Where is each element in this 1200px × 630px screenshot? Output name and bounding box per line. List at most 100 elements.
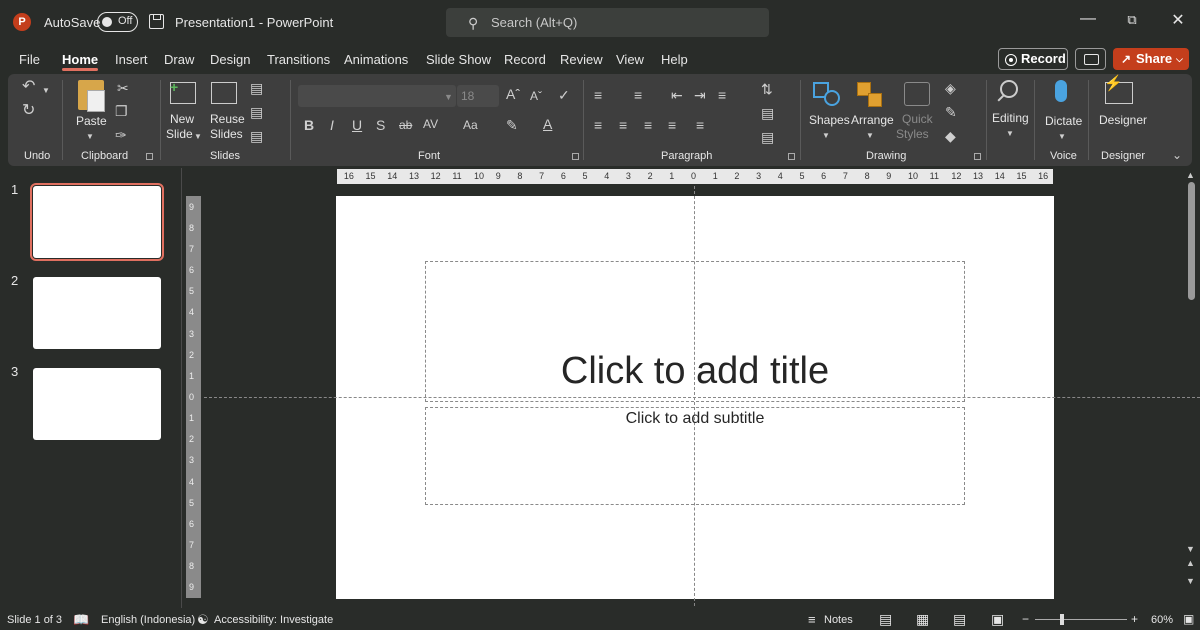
bold-icon[interactable]: B: [304, 118, 314, 132]
zoom-slider[interactable]: [1035, 619, 1127, 620]
tab-design[interactable]: Design: [210, 52, 250, 67]
chevron-down-icon[interactable]: ▼: [194, 130, 202, 144]
decrease-indent-icon[interactable]: ⇤: [671, 88, 683, 102]
font-size-select[interactable]: 18: [457, 85, 499, 107]
undo-icon[interactable]: ↶: [22, 79, 35, 95]
cut-icon[interactable]: ✂: [117, 81, 129, 95]
section-icon[interactable]: ▤: [250, 129, 263, 143]
reuse-slides-label-1[interactable]: Reuse: [210, 112, 245, 126]
reuse-slides-icon[interactable]: [211, 82, 237, 104]
slide-thumbnail-3[interactable]: [33, 368, 161, 440]
chevron-down-icon[interactable]: ▼: [1058, 130, 1066, 144]
tab-view[interactable]: View: [616, 52, 644, 67]
restore-icon[interactable]: ⧉: [1117, 12, 1147, 28]
comments-button[interactable]: [1075, 48, 1106, 70]
autosave-toggle[interactable]: Off: [97, 12, 138, 32]
chevron-down-icon[interactable]: ▼: [822, 129, 830, 143]
tab-animations[interactable]: Animations: [344, 52, 408, 67]
minimize-icon[interactable]: —: [1073, 10, 1103, 28]
align-right-icon[interactable]: ≡: [644, 118, 652, 132]
chevron-down-icon[interactable]: ▼: [866, 129, 874, 143]
record-button[interactable]: Record: [998, 48, 1068, 70]
spelling-icon[interactable]: 📖: [73, 612, 89, 628]
shape-effects-icon[interactable]: ◆: [945, 129, 956, 143]
align-center-icon[interactable]: ≡: [619, 118, 627, 132]
slide-thumbnail-2[interactable]: [33, 277, 161, 349]
redo-icon[interactable]: ↻: [22, 103, 35, 119]
scroll-up-icon[interactable]: ▲: [1186, 170, 1195, 180]
panel-divider[interactable]: [181, 168, 182, 608]
clear-format-icon[interactable]: ✓: [558, 88, 570, 102]
tab-file[interactable]: File: [19, 52, 40, 67]
horizontal-ruler[interactable]: 16 15 14 13 12 11 10 9 8 7 6 5 4 3 2 1 0 1 2 3 4 5 6 7 8 9 10 11 12 1…: [337, 169, 1053, 184]
numbering-icon[interactable]: ≡: [634, 88, 642, 102]
spacing-icon[interactable]: AV: [423, 117, 438, 131]
microphone-icon[interactable]: [1055, 80, 1067, 102]
tab-insert[interactable]: Insert: [115, 52, 148, 67]
bullets-icon[interactable]: ≡: [594, 88, 602, 102]
tab-home[interactable]: Home: [62, 52, 98, 67]
increase-font-icon[interactable]: Aˆ: [506, 87, 520, 101]
vertical-guide[interactable]: [694, 186, 695, 606]
tab-review[interactable]: Review: [560, 52, 603, 67]
next-slide-icon[interactable]: ▼: [1186, 576, 1195, 586]
decrease-font-icon[interactable]: Aˇ: [530, 89, 542, 103]
vertical-scrollbar-thumb[interactable]: [1188, 182, 1195, 300]
font-color-icon[interactable]: A: [543, 117, 552, 131]
shapes-button[interactable]: Shapes: [809, 113, 850, 127]
paste-button[interactable]: Paste: [76, 114, 107, 128]
dictate-button[interactable]: Dictate: [1045, 114, 1082, 128]
reuse-slides-label-2[interactable]: Slides: [210, 127, 243, 141]
new-slide-label-2[interactable]: Slide: [166, 127, 193, 141]
notes-button[interactable]: Notes: [824, 614, 853, 626]
fit-to-window-icon[interactable]: ▣: [1183, 612, 1194, 626]
shape-fill-icon[interactable]: ◈: [945, 81, 956, 95]
accessibility-status[interactable]: Accessibility: Investigate: [214, 614, 333, 626]
zoom-out-icon[interactable]: −: [1022, 612, 1029, 626]
tab-draw[interactable]: Draw: [164, 52, 194, 67]
share-button[interactable]: ↗ Share ⌵: [1113, 48, 1189, 70]
drawing-launcher-icon[interactable]: [974, 153, 981, 160]
layout-icon[interactable]: ▤: [250, 81, 263, 95]
slideshow-icon[interactable]: ▣: [991, 611, 1004, 628]
tab-slide-show[interactable]: Slide Show: [426, 52, 491, 67]
font-launcher-icon[interactable]: [572, 153, 579, 160]
reset-icon[interactable]: ▤: [250, 105, 263, 119]
horizontal-guide[interactable]: [204, 397, 1200, 398]
reading-view-icon[interactable]: ▤: [953, 611, 966, 628]
italic-icon[interactable]: I: [330, 118, 334, 132]
scroll-down-icon[interactable]: ▼: [1186, 544, 1195, 554]
line-spacing-icon[interactable]: ≡: [718, 88, 726, 102]
copy-icon[interactable]: ❐: [115, 104, 128, 118]
collapse-ribbon-icon[interactable]: ⌄: [1172, 148, 1182, 162]
slide-sorter-icon[interactable]: ▦: [916, 611, 929, 628]
zoom-in-icon[interactable]: +: [1131, 612, 1138, 626]
format-painter-icon[interactable]: ✑: [115, 128, 127, 142]
change-case-icon[interactable]: Aa: [463, 118, 478, 132]
smartart-icon[interactable]: ▤: [761, 130, 774, 144]
justify-icon[interactable]: ≡: [668, 118, 676, 132]
tab-record[interactable]: Record: [504, 52, 546, 67]
chevron-down-icon[interactable]: ▼: [1006, 127, 1014, 141]
align-text-icon[interactable]: ▤: [761, 106, 774, 120]
tab-help[interactable]: Help: [661, 52, 688, 67]
search-input[interactable]: ⚲ Search (Alt+Q): [446, 8, 769, 37]
slide-thumbnail-1[interactable]: [30, 183, 164, 261]
save-icon[interactable]: [149, 14, 164, 29]
language-status[interactable]: English (Indonesia): [101, 614, 195, 626]
shadow-icon[interactable]: S: [376, 118, 385, 132]
columns-icon[interactable]: ≡: [696, 118, 704, 132]
previous-slide-icon[interactable]: ▲: [1186, 558, 1195, 568]
increase-indent-icon[interactable]: ⇥: [694, 88, 706, 102]
chevron-down-icon[interactable]: ▼: [86, 130, 94, 144]
arrange-button[interactable]: Arrange: [851, 113, 894, 127]
align-left-icon[interactable]: ≡: [594, 118, 602, 132]
highlight-icon[interactable]: ✎: [506, 118, 518, 132]
strikethrough-icon[interactable]: ab: [399, 118, 412, 132]
clipboard-launcher-icon[interactable]: [146, 153, 153, 160]
font-family-select[interactable]: ▼: [298, 85, 456, 107]
zoom-level[interactable]: 60%: [1151, 614, 1173, 626]
chevron-down-icon[interactable]: ▼: [42, 84, 50, 98]
underline-icon[interactable]: U: [352, 118, 362, 132]
normal-view-icon[interactable]: ▤: [879, 611, 892, 628]
